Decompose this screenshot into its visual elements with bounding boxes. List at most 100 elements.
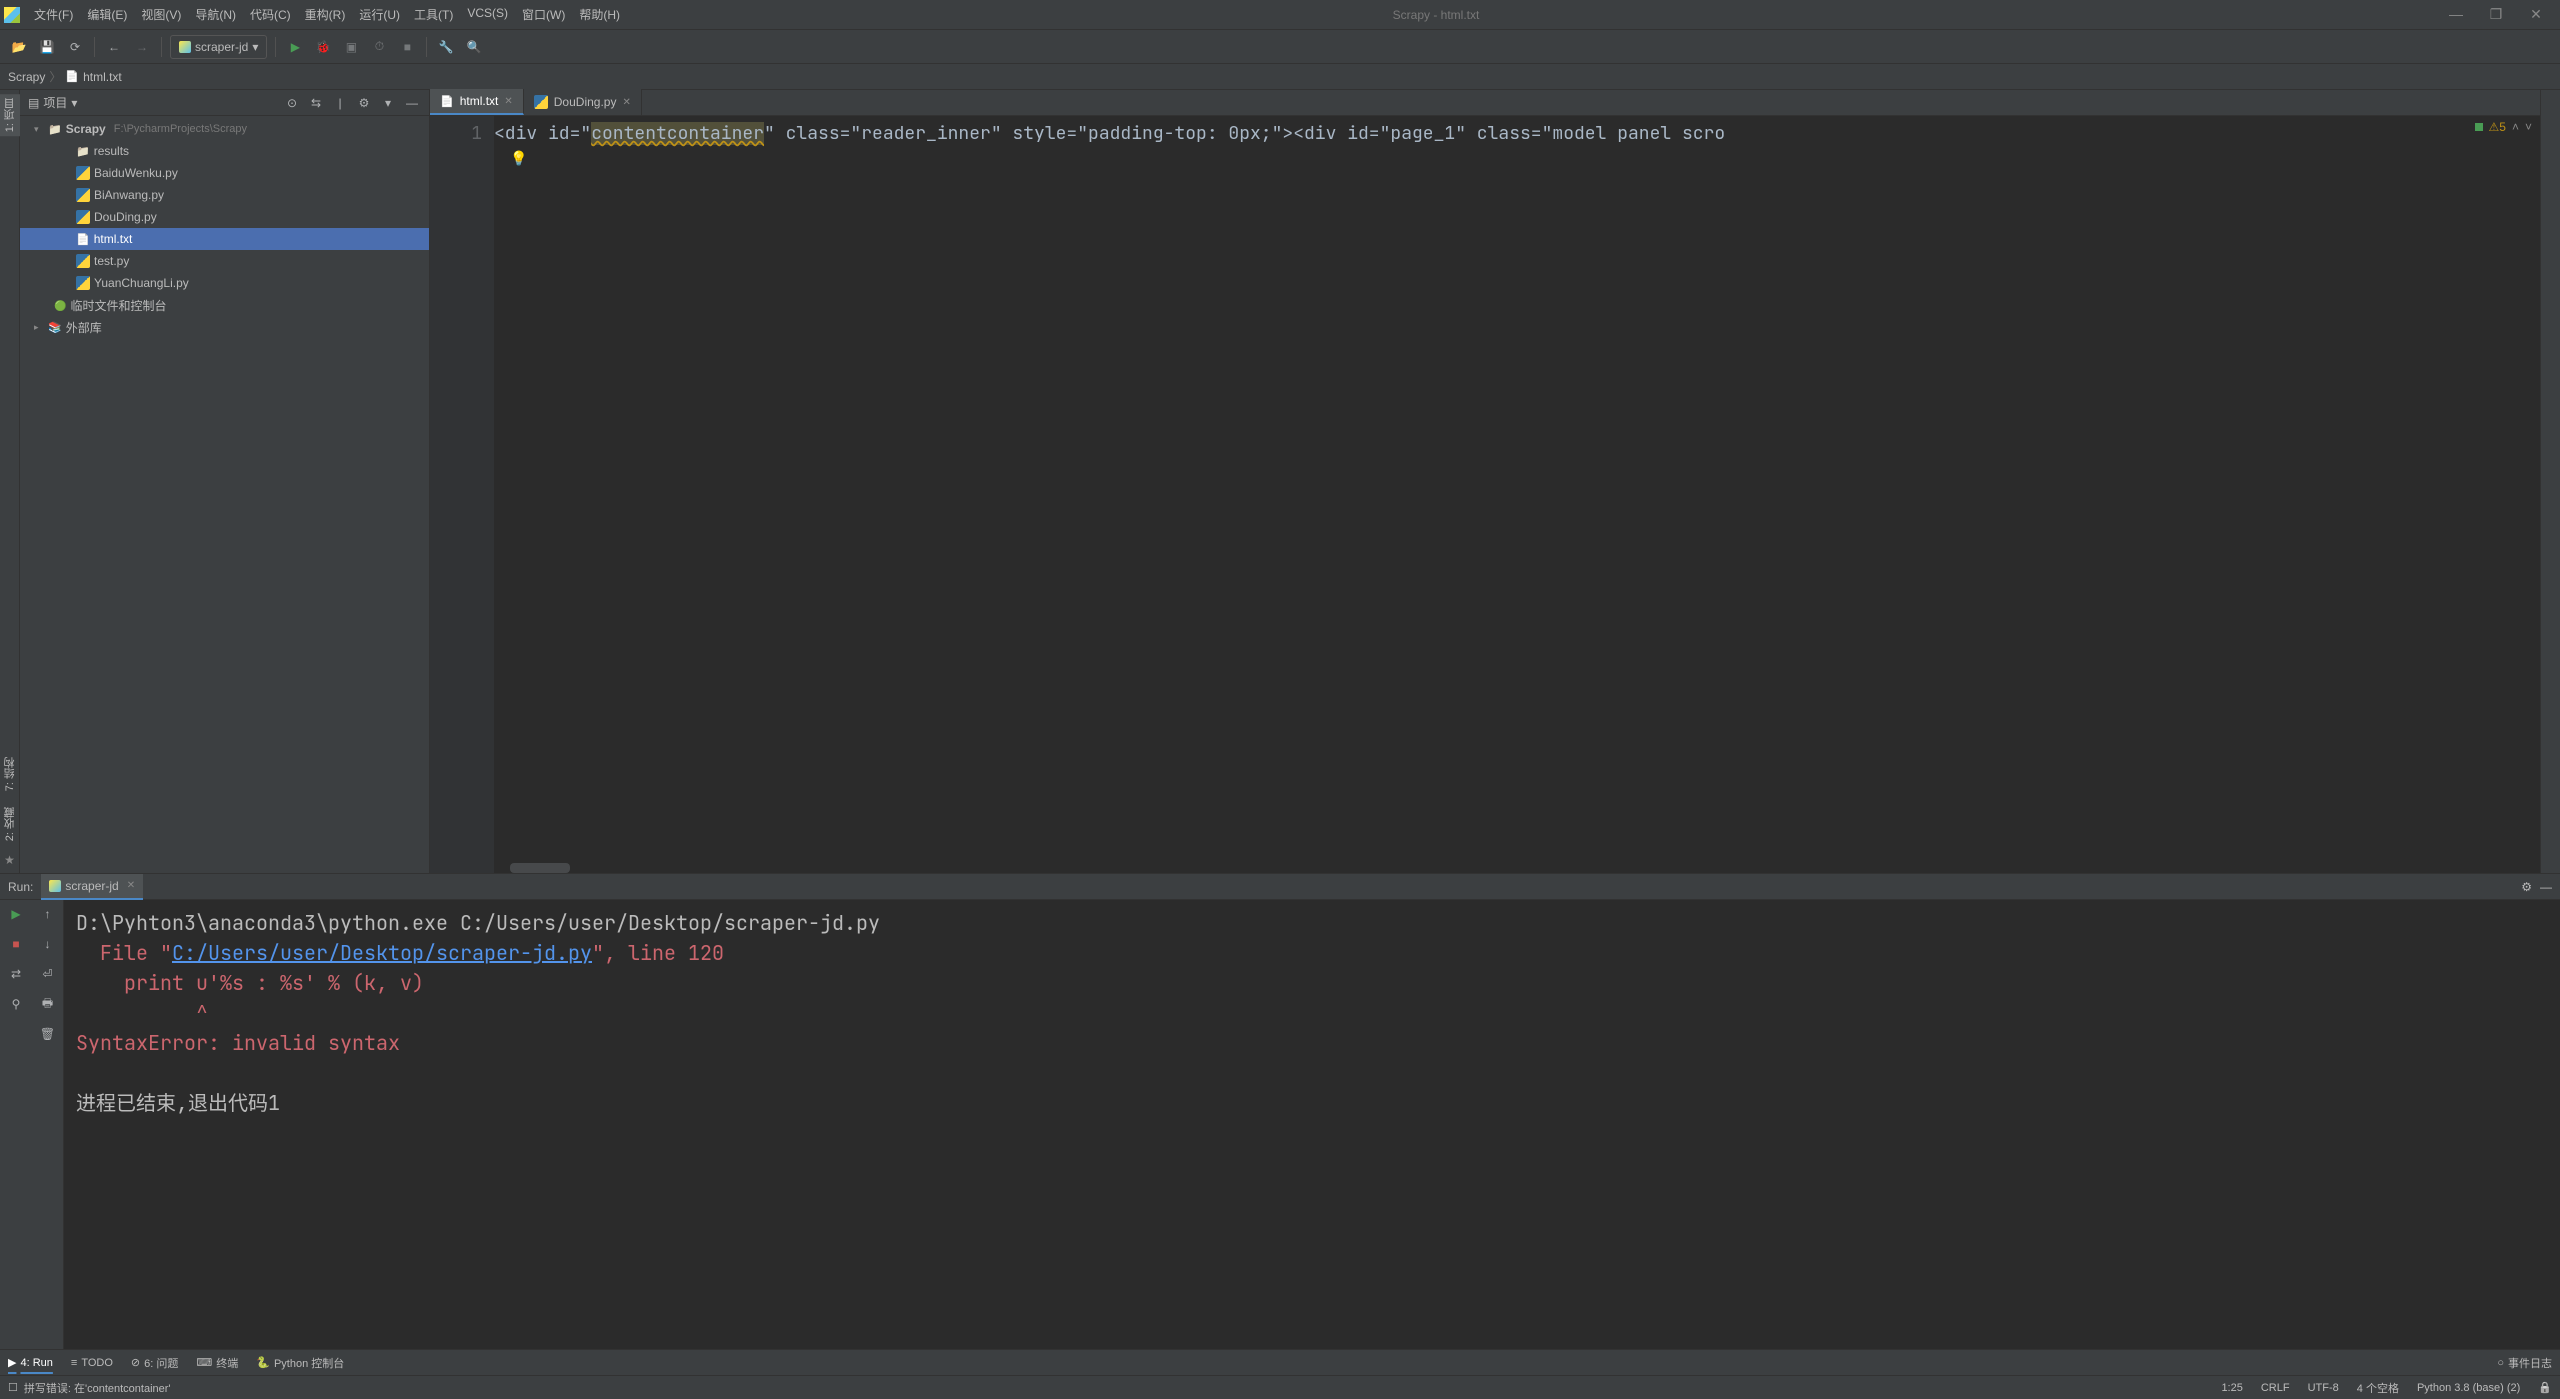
maximize-button[interactable]: ❐ (2486, 6, 2506, 23)
separator: | (331, 96, 349, 110)
chevron-up-icon[interactable]: ˄ (2512, 120, 2519, 134)
tool-tab-todo[interactable]: ≡ TODO (71, 1357, 113, 1369)
tree-file-test[interactable]: test.py (20, 250, 429, 272)
separator (94, 37, 95, 57)
error-file-link[interactable]: C:/Users/user/Desktop/scraper-jd.py (172, 940, 592, 966)
reload-icon[interactable]: ⟳ (64, 36, 86, 58)
open-icon[interactable]: 📂 (8, 36, 30, 58)
gear-icon[interactable]: ⚙ (2521, 880, 2532, 894)
close-icon[interactable]: ✕ (622, 97, 630, 108)
wrap-icon[interactable]: ⏎ (38, 964, 58, 984)
separator (275, 37, 276, 57)
run-action-gutter: ▶ ■ ⇄ ⚲ (0, 900, 32, 1349)
tool-tab-pyconsole[interactable]: 🐍 Python 控制台 (256, 1355, 344, 1371)
tool-tab-run[interactable]: ▶ 4: Run (8, 1356, 53, 1369)
encoding[interactable]: UTF-8 (2308, 1382, 2339, 1394)
project-panel: ▤ 项目 ▾ ⊙ ⇆ | ⚙ ▾ — ▾ Scrapy F:\PycharmPr… (20, 90, 430, 873)
tab-htmltxt[interactable]: html.txt ✕ (430, 89, 524, 115)
stop-button[interactable]: ■ (396, 36, 418, 58)
close-icon[interactable]: ✕ (127, 880, 135, 891)
tool-tab-structure[interactable]: 7: 结构 (0, 753, 20, 795)
save-icon[interactable]: 💾 (36, 36, 58, 58)
layout-button[interactable]: ⇄ (6, 964, 26, 984)
tool-tab-problems[interactable]: ⊘ 6: 问题 (131, 1355, 178, 1371)
close-icon[interactable]: ✕ (504, 96, 512, 107)
run-config-selector[interactable]: scraper-jd ▾ (170, 35, 267, 59)
tree-root-path: F:\PycharmProjects\Scrapy (114, 123, 247, 135)
menu-refactor[interactable]: 重构(R) (299, 3, 352, 26)
pin-button[interactable]: ⚲ (6, 994, 26, 1014)
event-log[interactable]: ○ 事件日志 (2497, 1355, 2552, 1371)
tree-file-bianwang[interactable]: BiAnwang.py (20, 184, 429, 206)
code-editor[interactable]: 1 <div id="contentcontainer" class="read… (430, 116, 2540, 873)
menu-run[interactable]: 运行(U) (353, 3, 406, 26)
minimize-button[interactable]: — (2446, 6, 2466, 23)
trash-icon[interactable]: 🗑 (38, 1024, 58, 1044)
folder-icon (76, 145, 90, 158)
expand-all-icon[interactable]: ⇆ (307, 96, 325, 110)
menu-edit[interactable]: 编辑(E) (81, 3, 133, 26)
tree-root[interactable]: ▾ Scrapy F:\PycharmProjects\Scrapy (20, 118, 429, 140)
tree-folder-results[interactable]: results (20, 140, 429, 162)
horizontal-scrollbar[interactable] (510, 863, 570, 873)
run-label: Run: (8, 880, 33, 894)
collapse-icon[interactable]: ▾ (34, 124, 44, 135)
inspection-indicators[interactable]: ⚠5 ˄ ˅ (2475, 120, 2532, 134)
tree-file-douding[interactable]: DouDing.py (20, 206, 429, 228)
menu-code[interactable]: 代码(C) (244, 3, 297, 26)
tool-tab-favorites[interactable]: 2: 收藏 (0, 803, 20, 845)
line-separator[interactable]: CRLF (2261, 1382, 2290, 1394)
breadcrumb-root[interactable]: Scrapy (8, 70, 45, 84)
tree-file-baidu[interactable]: BaiduWenku.py (20, 162, 429, 184)
cursor-position[interactable]: 1:25 (2221, 1382, 2242, 1394)
print-icon[interactable]: 🖶 (38, 994, 58, 1014)
close-button[interactable]: ✕ (2526, 6, 2546, 23)
tab-douding[interactable]: DouDing.py ✕ (524, 89, 642, 115)
search-icon[interactable]: 🔍 (463, 36, 485, 58)
chevron-down-icon[interactable]: ▾ (71, 96, 77, 110)
breadcrumb-file[interactable]: html.txt (83, 70, 122, 84)
down-icon[interactable]: ↓ (38, 934, 58, 954)
menu-navigate[interactable]: 导航(N) (189, 3, 242, 26)
profile-button[interactable]: ⏱ (368, 36, 390, 58)
chevron-down-icon[interactable]: ▾ (379, 96, 397, 110)
up-icon[interactable]: ↑ (38, 904, 58, 924)
code-content[interactable]: <div id="contentcontainer" class="reader… (494, 116, 2540, 873)
select-opened-icon[interactable]: ⊙ (283, 96, 301, 110)
hide-icon[interactable]: — (403, 96, 421, 110)
run-button[interactable]: ▶ (284, 36, 306, 58)
gear-icon[interactable]: ⚙ (355, 96, 373, 110)
run-tab-scraperjd[interactable]: scraper-jd ✕ (41, 874, 143, 900)
debug-button[interactable]: 🐞 (312, 36, 334, 58)
chevron-down-icon[interactable]: ˅ (2525, 120, 2532, 134)
tree-file-yuanchuang[interactable]: YuanChuangLi.py (20, 272, 429, 294)
coverage-button[interactable]: ▣ (340, 36, 362, 58)
indent[interactable]: 4 个空格 (2357, 1380, 2399, 1396)
file-icon (65, 70, 79, 83)
settings-icon[interactable]: 🔧 (435, 36, 457, 58)
ok-indicator-icon (2475, 123, 2483, 131)
tool-tab-terminal[interactable]: ⌨ 终端 (196, 1355, 238, 1371)
interpreter[interactable]: Python 3.8 (base) (2) (2417, 1382, 2520, 1394)
menu-view[interactable]: 视图(V) (135, 3, 187, 26)
project-panel-header: ▤ 项目 ▾ ⊙ ⇆ | ⚙ ▾ — (20, 90, 429, 116)
forward-icon[interactable]: → (131, 36, 153, 58)
library-icon (48, 320, 62, 334)
rerun-button[interactable]: ▶ (6, 904, 26, 924)
console-output[interactable]: D:\Pyhton3\anaconda3\python.exe C:/Users… (64, 900, 2560, 1349)
tree-scratch[interactable]: 临时文件和控制台 (20, 294, 429, 316)
menu-file[interactable]: 文件(F) (28, 3, 79, 26)
tree-file-htmltxt[interactable]: html.txt (20, 228, 429, 250)
intention-bulb-icon[interactable]: 💡 (510, 150, 527, 167)
project-tree[interactable]: ▾ Scrapy F:\PycharmProjects\Scrapy resul… (20, 116, 429, 873)
console-line: print u'%s : %s' % (k, v) (76, 970, 424, 996)
stop-button[interactable]: ■ (6, 934, 26, 954)
back-icon[interactable]: ← (103, 36, 125, 58)
tool-tab-project[interactable]: 1: 项目 (0, 94, 20, 136)
python-file-icon (76, 210, 90, 224)
tree-external[interactable]: ▸ 外部库 (20, 316, 429, 338)
hide-icon[interactable]: — (2540, 880, 2552, 894)
show-tool-windows-icon[interactable]: ☐ (8, 1381, 18, 1394)
lock-icon[interactable] (2538, 1381, 2552, 1394)
expand-icon[interactable]: ▸ (34, 322, 44, 333)
